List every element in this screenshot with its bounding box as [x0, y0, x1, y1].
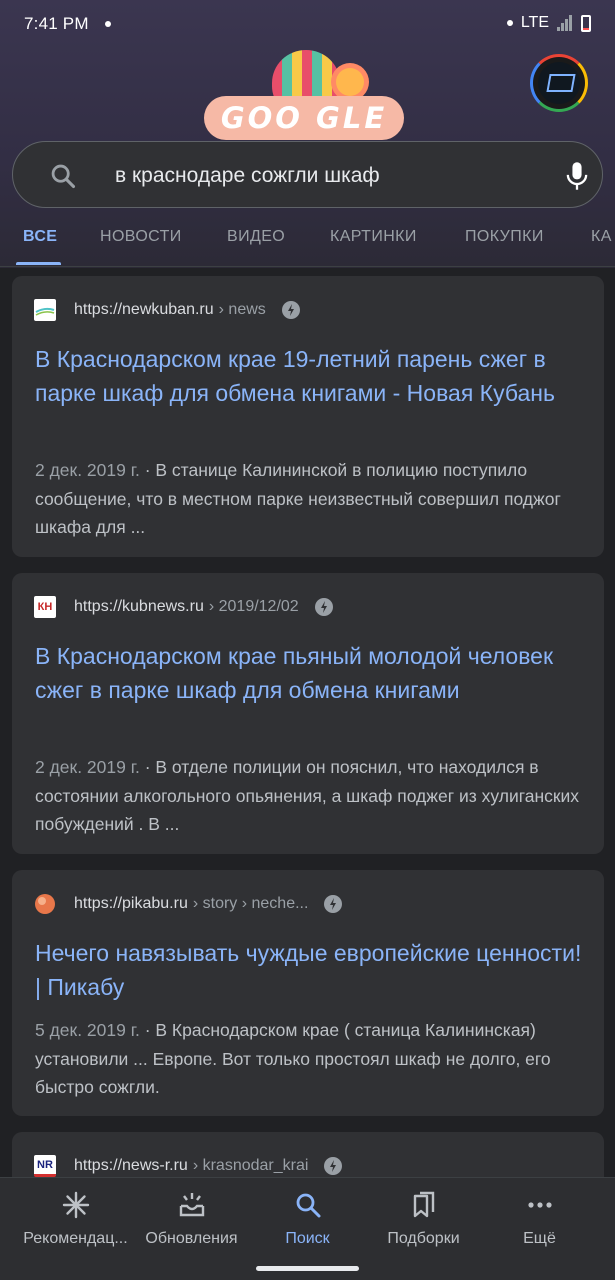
status-dot-icon — [506, 20, 513, 26]
home-indicator[interactable] — [256, 1266, 359, 1271]
sparkle-icon — [62, 1191, 89, 1219]
result-url[interactable]: https://kubnews.ru — [74, 598, 204, 616]
search-tabs: ВСЕ НОВОСТИ ВИДЕО КАРТИНКИ ПОКУПКИ КА — [0, 222, 615, 266]
search-box[interactable]: в краснодаре сожгли шкаф — [12, 141, 603, 208]
result-path: › story › neche... — [192, 895, 309, 912]
tab-news[interactable]: НОВОСТИ — [100, 228, 182, 246]
nav-updates[interactable]: Обновления — [130, 1190, 253, 1248]
collections-icon — [413, 1191, 434, 1218]
search-result-card[interactable]: https://newkuban.ru › news В Краснодарск… — [12, 276, 604, 557]
microphone-icon[interactable] — [563, 160, 591, 192]
status-time: 7:41 PM — [24, 14, 89, 33]
avatar-image — [538, 62, 580, 104]
search-icon[interactable] — [49, 162, 77, 190]
network-type: LTE — [520, 14, 549, 31]
search-result-card[interactable]: КН https://kubnews.ru › 2019/12/02 В Кра… — [12, 573, 604, 854]
status-icons: LTE — [506, 14, 591, 32]
amp-icon — [324, 895, 343, 913]
search-result-card[interactable]: https://pikabu.ru › story › neche... Неч… — [12, 870, 604, 1116]
status-bar: 7:41 PM LTE — [0, 0, 615, 48]
result-title-link[interactable]: В Краснодарском крае 19-летний парень сж… — [35, 342, 584, 410]
tab-shopping[interactable]: ПОКУПКИ — [465, 228, 544, 246]
amp-icon — [324, 1157, 343, 1175]
more-icon — [527, 1202, 552, 1208]
nav-search[interactable]: Поиск — [246, 1190, 369, 1248]
tab-video[interactable]: ВИДЕО — [227, 228, 285, 246]
sun-icon — [336, 68, 364, 96]
result-url[interactable]: https://news-r.ru — [74, 1157, 188, 1175]
signal-icon — [557, 15, 573, 31]
tab-active-indicator — [16, 262, 61, 265]
header: 7:41 PM LTE GOO GLE в краснодаре сожгли … — [0, 0, 615, 268]
divider — [0, 266, 615, 267]
account-avatar[interactable] — [530, 54, 588, 112]
result-snippet: 5 дек. 2019 г. · В Краснодарском крае ( … — [35, 1016, 588, 1102]
result-date: 5 дек. 2019 г. — [35, 1020, 140, 1040]
result-source: https://pikabu.ru › story › neche... — [34, 892, 343, 916]
result-url[interactable]: https://newkuban.ru — [74, 301, 214, 319]
result-source: NR https://news-r.ru › krasnodar_krai — [34, 1154, 343, 1178]
result-path: › 2019/12/02 — [208, 598, 299, 615]
tab-all[interactable]: ВСЕ — [23, 228, 57, 246]
result-source: https://newkuban.ru › news — [34, 298, 300, 322]
result-title-link[interactable]: Нечего навязывать чуждые европейские цен… — [35, 936, 584, 1004]
result-date: 2 дек. 2019 г. — [35, 460, 140, 480]
result-path: › news — [218, 301, 266, 318]
newkuban-favicon-icon — [34, 299, 56, 321]
tab-more[interactable]: КА — [591, 228, 612, 246]
result-source: КН https://kubnews.ru › 2019/12/02 — [34, 595, 333, 619]
result-snippet: 2 дек. 2019 г. · В станице Калининской в… — [35, 456, 588, 542]
nav-label: Обновления — [145, 1230, 238, 1247]
pikabu-favicon-icon — [35, 894, 55, 914]
updates-icon — [179, 1193, 204, 1217]
nav-discover[interactable]: Рекомендац... — [14, 1190, 137, 1248]
result-title-link[interactable]: В Краснодарском крае пьяный молодой чело… — [35, 639, 584, 707]
search-icon — [296, 1193, 320, 1218]
result-snippet: 2 дек. 2019 г. · В отделе полиции он поя… — [35, 753, 588, 839]
nav-collections[interactable]: Подборки — [362, 1190, 485, 1248]
result-url[interactable]: https://pikabu.ru — [74, 895, 188, 913]
nav-label: Поиск — [285, 1230, 330, 1247]
notification-dot — [104, 21, 111, 27]
bottom-navigation: Рекомендац... Обновления Поиск Подборки … — [0, 1177, 615, 1280]
nav-label: Подборки — [387, 1230, 460, 1247]
news-r-favicon-icon: NR — [34, 1155, 56, 1177]
battery-icon — [581, 14, 591, 32]
nav-label: Ещё — [523, 1230, 556, 1247]
amp-icon — [281, 301, 300, 319]
google-doodle[interactable]: GOO GLE — [198, 50, 410, 142]
search-input[interactable]: в краснодаре сожгли шкаф — [115, 164, 380, 188]
nav-more[interactable]: Ещё — [478, 1190, 601, 1248]
tab-images[interactable]: КАРТИНКИ — [330, 228, 417, 246]
result-path: › krasnodar_krai — [192, 1157, 309, 1174]
amp-icon — [314, 598, 333, 616]
result-date: 2 дек. 2019 г. — [35, 757, 140, 777]
doodle-logo-text: GOO GLE — [220, 101, 388, 135]
nav-label: Рекомендац... — [23, 1230, 128, 1247]
kubnews-favicon-icon: КН — [34, 596, 56, 618]
